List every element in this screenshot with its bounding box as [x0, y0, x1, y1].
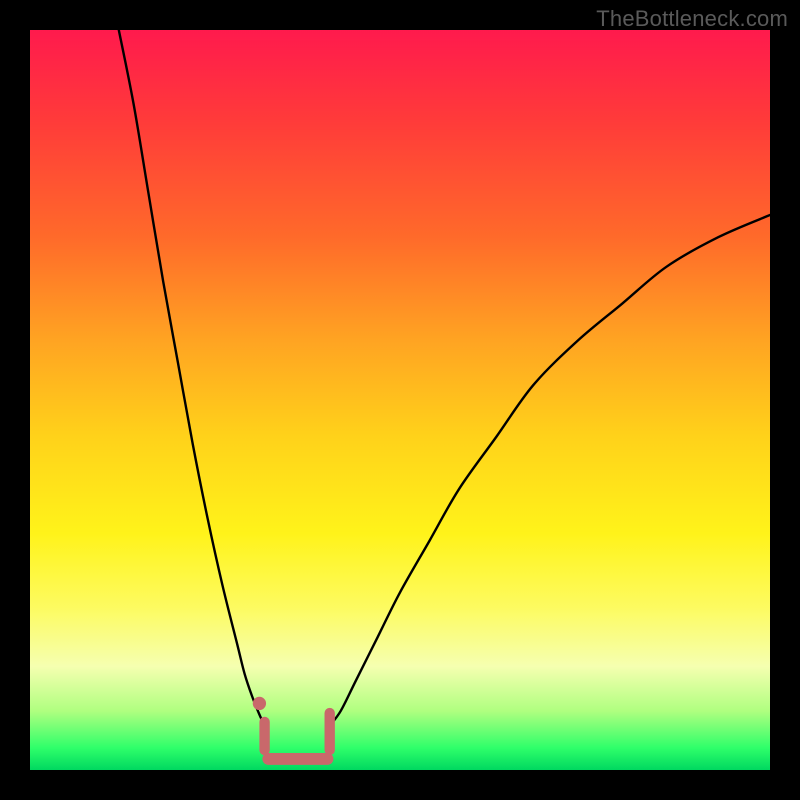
chart-svg	[30, 30, 770, 770]
curve-left-curve	[119, 30, 265, 726]
floor-band-seg-2	[325, 708, 335, 755]
chart-area	[30, 30, 770, 770]
floor-band-dot	[253, 697, 266, 710]
floor-band-seg-0	[259, 717, 269, 755]
curve-group	[119, 30, 770, 726]
watermark-text: TheBottleneck.com	[596, 6, 788, 32]
curve-right-curve	[330, 215, 770, 726]
floor-band-seg-1	[262, 753, 333, 765]
floor-band-group	[253, 697, 335, 765]
